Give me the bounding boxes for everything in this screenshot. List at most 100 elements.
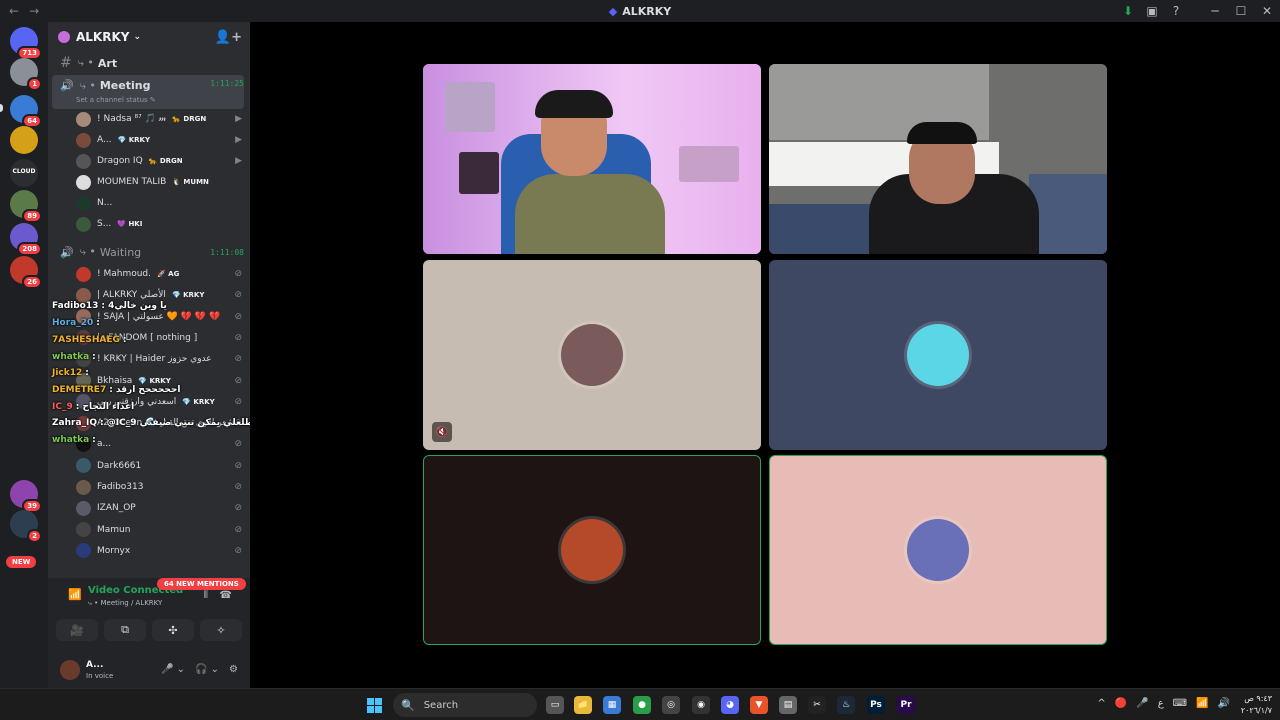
notes-icon[interactable]: ▤ bbox=[779, 696, 797, 714]
maximize-button[interactable]: ☐ bbox=[1228, 4, 1254, 18]
chat-message: : @IC_9 انا كاعد يطلعلي يمكن تنتي ضيفتي bbox=[100, 418, 250, 428]
voice-user[interactable]: IZAN_OP ⊘ bbox=[76, 498, 242, 518]
headset-icon[interactable]: 🎧 ⌄ bbox=[195, 664, 219, 675]
chat-message: : اعداء النجاح bbox=[75, 402, 135, 412]
video-tile[interactable]: 🔇 bbox=[423, 260, 761, 450]
steam-icon[interactable]: ♨ bbox=[837, 696, 855, 714]
voice-user[interactable]: ! Nadsa ⁸⁷ 🎵 𝓂 🐆 DRGN ▶ bbox=[76, 109, 242, 129]
voice-user[interactable]: Dark6661 ⊘ bbox=[76, 456, 242, 476]
soundboard-button[interactable]: ✧ bbox=[200, 619, 242, 641]
server-icon[interactable]: CLOUD bbox=[10, 159, 38, 187]
voice-location[interactable]: ⤷ • Meeting / ALKRKY bbox=[88, 599, 162, 608]
server-icon[interactable]: 64 bbox=[10, 95, 42, 128]
voice-user[interactable]: a... ⊘ bbox=[76, 434, 242, 454]
new-mentions-badge[interactable]: 64 NEW MENTIONS bbox=[157, 578, 246, 590]
start-button[interactable] bbox=[367, 698, 382, 713]
volume-icon[interactable]: 🔊 bbox=[1218, 698, 1230, 709]
voice-user-name: Fadibo313 bbox=[97, 482, 144, 492]
video-tile[interactable] bbox=[769, 455, 1107, 645]
recording-icon[interactable]: 🔴 bbox=[1115, 698, 1127, 709]
search-icon: 🔍 bbox=[401, 698, 415, 712]
video-tile[interactable] bbox=[769, 260, 1107, 450]
voice-user[interactable]: Mamun ⊘ bbox=[76, 520, 242, 540]
gear-icon[interactable]: ⚙ bbox=[229, 664, 238, 675]
video-tile[interactable] bbox=[423, 455, 761, 645]
server-icon[interactable]: 1 bbox=[10, 58, 42, 91]
window-title-text: ALKRKY bbox=[622, 4, 672, 18]
server-icon[interactable]: 89 bbox=[10, 190, 42, 223]
clock[interactable]: ٩:٤٣ ص ٢٠٢٦/١/٧ bbox=[1241, 693, 1272, 717]
channel-meeting[interactable]: 🔊 ⤷ • Meeting 1:11:25 Set a channel stat… bbox=[52, 75, 244, 109]
user-name[interactable]: A... bbox=[86, 660, 103, 670]
avatar bbox=[76, 132, 91, 148]
server-icon[interactable]: 39 bbox=[10, 480, 42, 513]
voice-user[interactable]: N... bbox=[76, 193, 242, 213]
server-icon[interactable]: 713 bbox=[10, 27, 42, 60]
language-icon[interactable]: ع bbox=[1158, 698, 1164, 709]
brave-icon[interactable]: ▼ bbox=[750, 696, 768, 714]
premiere-icon[interactable]: Pr bbox=[897, 696, 915, 714]
voice-user[interactable]: Fadibo313 ⊘ bbox=[76, 477, 242, 497]
chrome-icon[interactable]: ● bbox=[633, 696, 651, 714]
obs-icon[interactable]: ◎ bbox=[662, 696, 680, 714]
voice-user[interactable]: Mornyx ⊘ bbox=[76, 541, 242, 561]
back-arrow-icon[interactable]: ← bbox=[9, 4, 19, 18]
chat-overlay-line: Zahra_IQ: @IC_9 انا كاعد يطلعلي يمكن تنت… bbox=[52, 418, 250, 428]
screen-share-button[interactable]: ⧉ bbox=[104, 619, 146, 641]
server-icon[interactable]: 26 bbox=[10, 256, 42, 289]
discord-icon[interactable]: ◕ bbox=[721, 696, 739, 714]
task-view-icon[interactable]: ▭ bbox=[546, 696, 564, 714]
show-hidden-icons-icon[interactable]: ^ bbox=[1097, 698, 1105, 709]
search-box[interactable]: 🔍 Search bbox=[393, 693, 537, 717]
inbox-icon[interactable]: ▣ bbox=[1140, 4, 1164, 18]
channel-waiting[interactable]: 🔊 ⤷ • Waiting 1:11:08 bbox=[52, 242, 244, 262]
wall-frame bbox=[679, 146, 739, 182]
store-icon[interactable]: ▦ bbox=[603, 696, 621, 714]
channel-sidebar: ALKRKY ⌄ 👤+ # ⤷ • Art 🔊 ⤷ • Meeting 1:11… bbox=[48, 22, 250, 688]
avatar bbox=[76, 522, 91, 538]
voice-user[interactable]: S... 💜 HKI bbox=[76, 214, 242, 234]
close-button[interactable]: ✕ bbox=[1254, 4, 1280, 18]
avatar[interactable] bbox=[60, 660, 80, 680]
new-unreads-badge[interactable]: NEW bbox=[6, 556, 37, 568]
activities-button[interactable]: ✣ bbox=[152, 619, 194, 641]
person-body bbox=[515, 174, 665, 254]
capcut-icon[interactable]: ✂ bbox=[808, 696, 826, 714]
server-icon[interactable] bbox=[10, 126, 38, 154]
file-explorer-icon[interactable]: 📁 bbox=[574, 696, 592, 714]
server-icon[interactable]: 208 bbox=[10, 223, 42, 256]
camera-button[interactable]: 🎥 bbox=[56, 619, 98, 641]
user-panel: A... In voice 🎤 ⌄ 🎧 ⌄ ⚙ bbox=[48, 655, 250, 688]
voice-user[interactable]: ! KRKY | Haider عدوي حزوز ⊘ bbox=[76, 349, 242, 369]
avatar bbox=[76, 195, 91, 211]
voice-user[interactable]: A... 💎 KRKY ▶ bbox=[76, 130, 242, 150]
voice-user[interactable]: ! Mahmoud. 🚀 AG ⊘ bbox=[76, 264, 242, 284]
keyboard-icon[interactable]: ⌨ bbox=[1173, 698, 1187, 709]
minimize-button[interactable]: ─ bbox=[1202, 4, 1228, 18]
voice-user[interactable]: MOUMEN TALIB 🐧 MUMN bbox=[76, 172, 242, 192]
forward-arrow-icon[interactable]: → bbox=[29, 4, 39, 18]
channel-art[interactable]: # ⤷ • Art bbox=[52, 53, 244, 73]
signal-icon[interactable]: 📶 bbox=[68, 588, 82, 601]
photoshop-icon[interactable]: Ps bbox=[867, 696, 885, 714]
wifi-icon[interactable]: 📶 bbox=[1196, 698, 1208, 709]
invite-people-icon[interactable]: 👤+ bbox=[215, 30, 242, 45]
microphone-icon[interactable]: 🎤 bbox=[1136, 698, 1148, 709]
voice-user[interactable]: Dragon IQ 🐆 DRGN ▶ bbox=[76, 151, 242, 171]
noise-suppression-icon[interactable]: ⦀ bbox=[204, 590, 208, 601]
disconnect-icon[interactable]: ☎ bbox=[220, 590, 232, 601]
update-icon[interactable]: ⬇ bbox=[1116, 4, 1140, 18]
voice-user-name: A... bbox=[97, 135, 112, 145]
chat-overlay-line: DEMETRE7: احححححح ارقد bbox=[52, 385, 180, 395]
video-tile[interactable] bbox=[769, 64, 1107, 254]
steam-alt-icon[interactable]: ◉ bbox=[692, 696, 710, 714]
channel-status[interactable]: Set a channel status ✎ bbox=[76, 96, 156, 104]
microphone-icon[interactable]: 🎤 ⌄ bbox=[161, 664, 185, 675]
video-tile[interactable] bbox=[423, 64, 761, 254]
server-header[interactable]: ALKRKY ⌄ 👤+ bbox=[48, 22, 250, 52]
help-icon[interactable]: ? bbox=[1164, 4, 1188, 18]
chat-message: : bbox=[96, 318, 100, 328]
server-icon[interactable]: 2 bbox=[10, 510, 42, 543]
deafened-icon: ⊘ bbox=[234, 460, 242, 471]
chat-username: Zahra_IQ bbox=[52, 418, 98, 428]
